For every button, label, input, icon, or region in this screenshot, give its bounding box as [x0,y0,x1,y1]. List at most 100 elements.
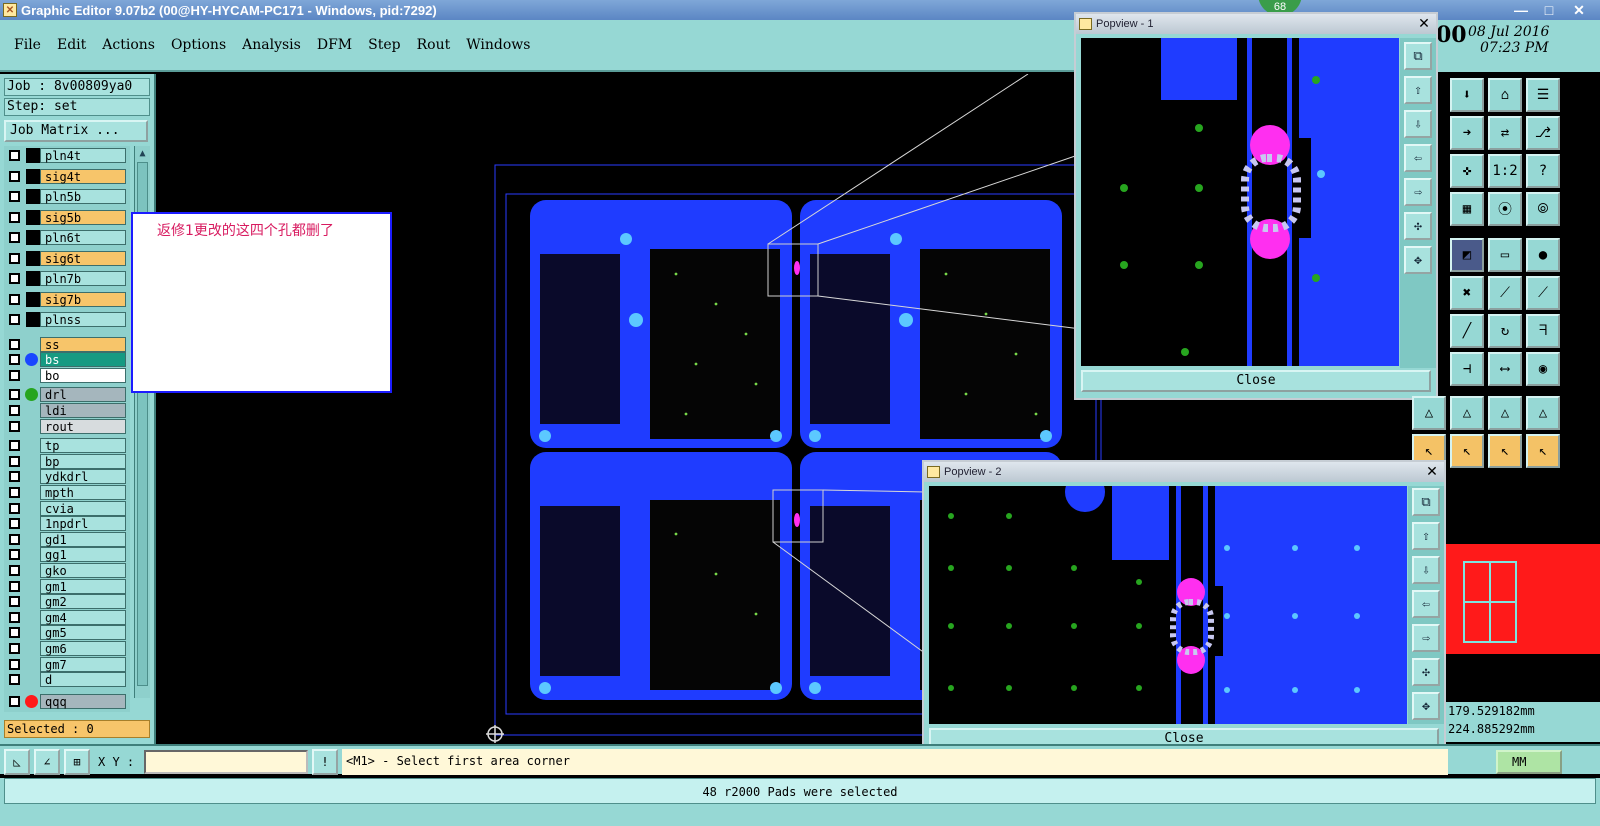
popview-pan-down-icon[interactable]: ⇩ [1412,556,1440,584]
layer-row[interactable]: ldi [4,402,126,418]
popview-1-close-button[interactable]: Close [1081,370,1431,392]
layer-row[interactable]: sig4t [4,168,126,184]
layer-name[interactable]: ldi [40,402,126,418]
tool-probe2-icon[interactable]: ⦾ [1526,192,1560,226]
popview-pan-up-icon[interactable]: ⇧ [1412,522,1440,550]
tool-swap-icon[interactable]: ⇄ [1488,116,1522,150]
popview-pan-left-icon[interactable]: ⇦ [1412,590,1440,618]
popview-zoom-out-icon[interactable]: ✥ [1412,692,1440,720]
popview-layers-icon[interactable]: ⧉ [1404,42,1432,70]
overview-minimap[interactable] [1446,474,1600,660]
popview-1-close-icon[interactable]: ✕ [1416,16,1432,32]
popview-zoom-out-icon[interactable]: ✥ [1404,246,1432,274]
layer-checkbox[interactable] [9,502,20,514]
layer-name[interactable]: pln5b [40,189,126,204]
layer-name[interactable]: sig5b [40,209,126,225]
popview-pan-left-icon[interactable]: ⇦ [1404,144,1432,172]
layer-row[interactable]: sig5b [4,209,126,225]
tool-span-icon[interactable]: ⟷ [1488,352,1522,386]
layer-name[interactable]: pln7b [40,271,126,286]
xy-input[interactable] [144,750,308,774]
popview-pan-right-icon[interactable]: ⇨ [1412,624,1440,652]
layer-name[interactable]: gm4 [40,609,126,625]
layer-row[interactable]: gm7 [4,656,126,672]
layer-color-swatch[interactable] [26,189,40,204]
layer-row[interactable]: plnss [4,312,126,327]
layer-color-swatch[interactable] [26,271,40,286]
layer-row[interactable]: gm5 [4,625,126,641]
warning-icon[interactable]: ! [312,749,338,775]
layer-name[interactable]: gd1 [40,531,126,547]
layer-row[interactable]: pln5b [4,189,126,204]
menu-options[interactable]: Options [171,37,226,53]
layer-name[interactable]: mpth [40,484,126,500]
layer-row[interactable]: tp [4,438,126,454]
popview-2-titlebar[interactable]: Popview - 2 ✕ [924,462,1444,482]
layer-checkbox[interactable] [9,580,20,592]
layer-name[interactable]: tp [40,438,126,454]
layer-color-swatch[interactable] [26,209,40,225]
job-matrix-button[interactable]: Job Matrix ... [4,120,148,142]
tool-line-icon[interactable]: ⟋ [1488,276,1522,310]
layer-name[interactable]: gm6 [40,640,126,656]
popview-pan-down-icon[interactable]: ⇩ [1404,110,1432,138]
layer-name[interactable]: gko [40,562,126,578]
tool-probe-icon[interactable]: ⦿ [1488,192,1522,226]
layer-color-swatch[interactable] [26,250,40,266]
tool-cross-icon[interactable]: ✖ [1450,276,1484,310]
layer-checkbox[interactable] [9,518,20,530]
layer-display-dot-icon[interactable] [25,388,38,402]
layer-row[interactable]: sig6t [4,250,126,266]
layer-row[interactable]: ss [4,336,126,352]
menu-step[interactable]: Step [368,37,400,53]
layer-row[interactable]: bs [4,352,126,368]
layer-name[interactable]: ydkdrl [40,469,126,485]
layer-checkbox[interactable] [9,389,20,401]
tool-triangle2-icon[interactable]: △ [1450,396,1484,430]
close-window-button[interactable]: ✕ [1566,0,1592,20]
popview-pan-up-icon[interactable]: ⇧ [1404,76,1432,104]
menu-edit[interactable]: Edit [57,37,86,53]
layer-row[interactable]: gm6 [4,640,126,656]
layer-row[interactable]: pln4t [4,148,126,163]
popview-layers-icon[interactable]: ⧉ [1412,488,1440,516]
menu-windows[interactable]: Windows [466,37,530,53]
tool-triangle4-icon[interactable]: △ [1526,396,1560,430]
layer-color-swatch[interactable] [26,230,40,245]
menu-analysis[interactable]: Analysis [242,37,301,53]
layer-checkbox[interactable] [9,369,20,381]
popview-1-titlebar[interactable]: Popview - 1 ✕ [1076,14,1436,34]
layer-row[interactable]: pln7b [4,271,126,286]
layer-checkbox[interactable] [9,471,20,483]
layer-checkbox[interactable] [9,455,20,467]
layer-name[interactable]: sig4t [40,168,126,184]
menu-file[interactable]: File [14,37,41,53]
grid-snap-icon[interactable]: ⊞ [64,749,90,775]
layer-name[interactable]: d [40,672,126,688]
layer-name[interactable]: 1npdrl [40,516,126,532]
layer-checkbox[interactable] [9,232,20,243]
layer-name[interactable]: gm1 [40,578,126,594]
tool-select-red-icon[interactable]: ◩ [1450,238,1484,272]
tool-forward-icon[interactable]: ➜ [1450,116,1484,150]
layer-color-swatch[interactable] [26,291,40,307]
layer-name[interactable]: rout [40,418,126,434]
layer-row[interactable]: drl [4,387,126,403]
layer-display-dot-icon[interactable] [25,353,38,367]
layer-checkbox[interactable] [9,440,20,452]
tool-line2-icon[interactable]: ⟋ [1526,276,1560,310]
layer-checkbox[interactable] [9,191,20,202]
layer-display-dot-icon[interactable] [25,694,38,708]
layer-checkbox[interactable] [9,674,20,686]
layer-name[interactable]: gm2 [40,594,126,610]
layer-checkbox[interactable] [9,658,20,670]
layer-row[interactable]: d [4,672,126,688]
layer-checkbox[interactable] [9,611,20,623]
tool-pointer4-icon[interactable]: ↖ [1526,434,1560,468]
tool-dot-icon[interactable]: ● [1526,238,1560,272]
layer-row[interactable]: cvia [4,500,126,516]
layer-row[interactable]: gm4 [4,609,126,625]
popview-zoom-in-icon[interactable]: ✣ [1404,212,1432,240]
tool-snap-icon[interactable]: ⎇ [1526,116,1560,150]
layer-color-swatch[interactable] [26,168,40,184]
